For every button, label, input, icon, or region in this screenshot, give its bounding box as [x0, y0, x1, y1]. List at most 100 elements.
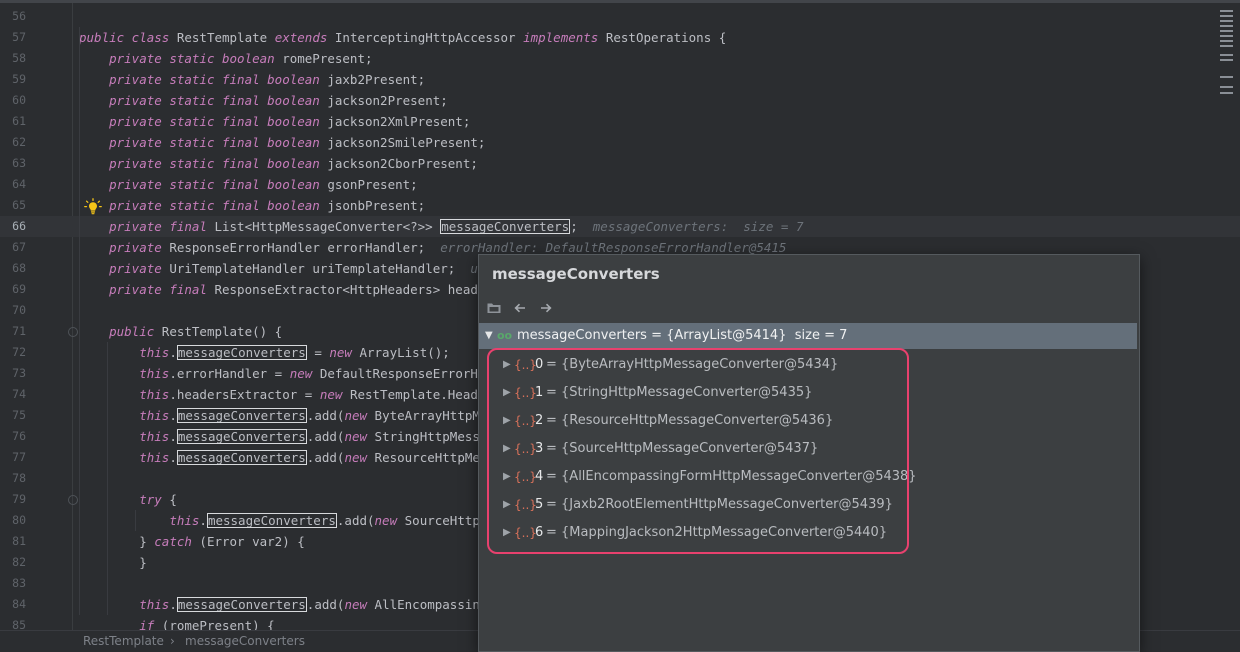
code-token: extends [274, 30, 335, 45]
scrollbar-markers[interactable] [1220, 10, 1236, 100]
lightbulb-icon[interactable] [84, 198, 102, 216]
code-text[interactable]: private final List<HttpMessageConverter<… [79, 216, 803, 237]
code-line[interactable]: 64 private static final boolean gsonPres… [0, 174, 1240, 195]
code-token: private static final boolean [109, 93, 328, 108]
line-number: 80 [12, 513, 26, 527]
code-token: this [139, 597, 170, 612]
code-line[interactable]: 56 [0, 6, 1240, 27]
code-text[interactable]: private static final boolean jackson2Smi… [79, 132, 485, 153]
code-line[interactable]: 63 private static final boolean jackson2… [0, 153, 1240, 174]
code-token: new [344, 429, 375, 444]
code-token: this [139, 366, 170, 381]
chevron-down-icon[interactable]: ▼ [485, 323, 493, 349]
code-token: UriTemplateHandler uriTemplateHandler; [169, 261, 471, 276]
code-text[interactable]: this.messageConverters.add(new ResourceH… [79, 447, 510, 468]
code-text[interactable]: this.messageConverters.add(new AllEncomp… [79, 594, 510, 615]
code-text[interactable]: this.errorHandler = new DefaultResponseE… [79, 363, 508, 384]
folder-icon[interactable] [485, 299, 503, 317]
tree-root-row[interactable]: ▼ oo messageConverters = {ArrayList@5414… [479, 323, 1137, 349]
code-line[interactable]: 57 public class RestTemplate extends Inte… [0, 27, 1240, 48]
code-token: this [139, 450, 170, 465]
code-token: { [169, 492, 177, 507]
code-token: jsonbPresent; [327, 198, 426, 213]
highlighted-identifier: messageConverters [440, 219, 571, 234]
code-line[interactable]: 61 private static final boolean jackson2… [0, 111, 1240, 132]
back-arrow-icon[interactable] [511, 299, 529, 317]
code-text[interactable]: } [79, 552, 147, 573]
code-text[interactable]: private static final boolean jackson2Pre… [79, 90, 448, 111]
code-token: private static boolean [109, 51, 283, 66]
code-text[interactable]: private final ResponseExtractor<HttpHead… [79, 279, 508, 300]
code-text[interactable]: this.messageConverters.add(new ByteArray… [79, 405, 510, 426]
code-line[interactable]: 59 private static final boolean jaxb2Pre… [0, 69, 1240, 90]
code-line[interactable]: 62 private static final boolean jackson2… [0, 132, 1240, 153]
popup-title: messageConverters [492, 265, 660, 283]
code-line[interactable]: 65 private static final boolean jsonbPre… [0, 195, 1240, 216]
breadcrumb-item-class[interactable]: RestTemplate [83, 631, 164, 651]
code-token: private static final boolean [109, 135, 328, 150]
code-line[interactable]: 60 private static final boolean jackson2… [0, 90, 1240, 111]
line-number: 59 [12, 72, 26, 86]
code-text[interactable]: } catch (Error var2) { [79, 531, 305, 552]
highlighted-identifier: messageConverters [206, 513, 337, 528]
line-number: 56 [12, 9, 26, 23]
code-text[interactable]: try { [79, 489, 177, 510]
code-text[interactable]: private static final boolean jackson2Xml… [79, 111, 470, 132]
line-number: 67 [12, 240, 26, 254]
code-text[interactable]: this.messageConverters = new ArrayList()… [79, 342, 450, 363]
code-text[interactable]: private static boolean romePresent; [79, 48, 373, 69]
breadcrumb-separator: › [170, 634, 175, 648]
code-token: .errorHandler = [169, 366, 290, 381]
breadcrumb-item-field[interactable]: messageConverters [185, 631, 305, 651]
code-token: new [319, 387, 350, 402]
code-token: try [139, 492, 170, 507]
line-number: 77 [12, 450, 26, 464]
line-number: 57 [12, 30, 26, 44]
code-token: implements [523, 30, 606, 45]
code-token: = [306, 345, 330, 360]
code-text[interactable]: this.messageConverters.add(new StringHtt… [79, 426, 510, 447]
code-token: private [109, 240, 170, 255]
code-text[interactable]: this.messageConverters.add(new SourceHtt… [79, 510, 510, 531]
code-line[interactable]: 58 private static boolean romePresent; [0, 48, 1240, 69]
fold-marker-icon[interactable] [68, 495, 78, 505]
line-number: 82 [12, 555, 26, 569]
code-text[interactable]: private static final boolean jackson2Cbo… [79, 153, 478, 174]
code-token: } [79, 555, 147, 570]
code-token: jackson2Present; [327, 93, 448, 108]
code-token: private static final boolean [109, 177, 328, 192]
code-token: private final [109, 219, 215, 234]
code-token: new [344, 597, 375, 612]
fold-marker-icon[interactable] [68, 327, 78, 337]
forward-arrow-icon[interactable] [537, 299, 555, 317]
code-text[interactable]: public RestTemplate() { [79, 321, 282, 342]
code-token: . [169, 429, 177, 444]
line-number: 81 [12, 534, 26, 548]
code-text[interactable]: this.headersExtractor = new RestTemplate… [79, 384, 508, 405]
code-text[interactable]: private UriTemplateHandler uriTemplateHa… [79, 258, 508, 279]
code-text[interactable]: private static final boolean jsonbPresen… [79, 195, 425, 216]
code-text[interactable]: private static final boolean jaxb2Presen… [79, 69, 425, 90]
code-line[interactable]: 66 private final List<HttpMessageConvert… [0, 216, 1240, 237]
field-icon: oo [497, 329, 513, 342]
line-number: 63 [12, 156, 26, 170]
code-token: ; [570, 219, 593, 234]
line-number: 83 [12, 576, 26, 590]
line-number: 69 [12, 282, 26, 296]
code-token: .add( [306, 450, 345, 465]
code-token: } [79, 534, 155, 549]
line-number: 66 [12, 219, 26, 233]
code-text[interactable]: public class RestTemplate extends Interc… [79, 27, 726, 48]
code-text[interactable]: private static final boolean gsonPresent… [79, 174, 418, 195]
code-token: . [169, 408, 177, 423]
code-token: romePresent; [282, 51, 373, 66]
code-token: ResponseExtractor<HttpHeaders> headersE [214, 282, 508, 297]
code-token: public class [79, 30, 177, 45]
